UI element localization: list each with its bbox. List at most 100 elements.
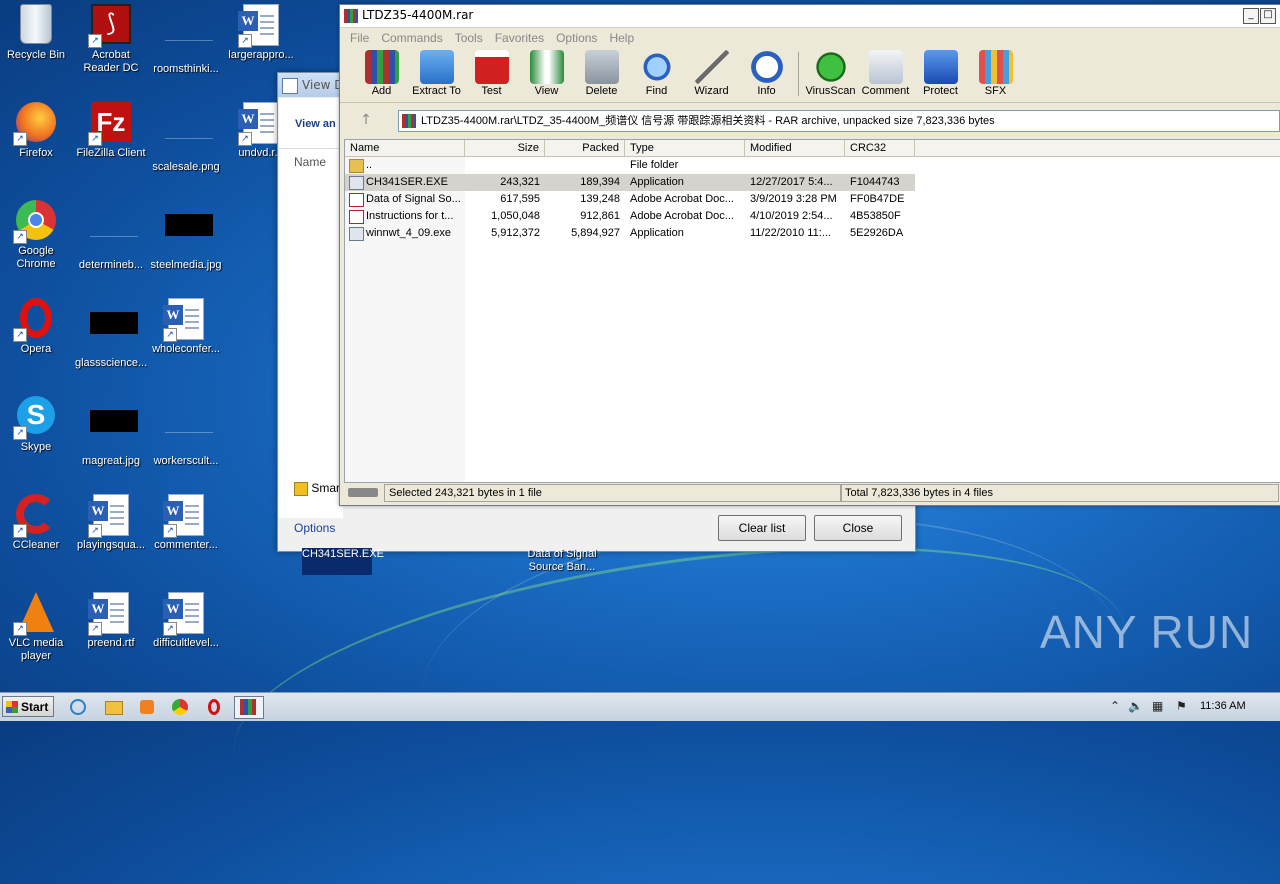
file-row[interactable]: .. File folder — [345, 157, 1280, 174]
desktop-icon-label: Google Chrome — [16, 245, 56, 270]
desktop-icon[interactable]: ↗ VLC media player — [0, 592, 72, 663]
menu-file[interactable]: File — [344, 31, 375, 45]
column-header-packed[interactable]: Packed — [545, 140, 625, 156]
desktop-icon[interactable]: ⟆ ↗ Acrobat Reader DC — [75, 4, 147, 75]
winrar-taskbar-icon[interactable] — [234, 696, 264, 719]
clear-list-button[interactable]: Clear list — [718, 515, 806, 541]
toolbar-sfx-button[interactable]: SFX — [968, 48, 1023, 97]
desktop-icon[interactable]: steelmedia.jpg — [150, 200, 222, 272]
clock[interactable]: 11:36 AM — [1200, 700, 1246, 712]
image-file-icon — [165, 116, 213, 158]
column-header-crc32[interactable]: CRC32 — [845, 140, 915, 156]
action-center-flag-icon[interactable]: ⚑ — [1176, 699, 1187, 713]
menu-options[interactable]: Options — [550, 31, 603, 45]
desktop-icon[interactable]: W ↗ difficultlevel... — [150, 592, 222, 650]
desktop-icon[interactable]: ↗ CCleaner — [0, 494, 72, 552]
desktop-file-label: Data of Signal Source Ban... — [527, 548, 597, 573]
cell-crc: F1044743 — [845, 174, 915, 191]
test-clipboard-icon — [474, 50, 509, 84]
desktop-icon[interactable]: Fz ↗ FileZilla Client — [75, 102, 147, 160]
column-header-name[interactable]: Name — [345, 140, 465, 156]
desktop-icon-label: scalesale.png — [152, 161, 220, 173]
desktop-icon[interactable]: workerscult... — [150, 396, 222, 468]
desktop-icon[interactable]: ↗ Google Chrome — [0, 200, 72, 271]
toolbar-view-button[interactable]: View — [519, 48, 574, 97]
desktop-icon[interactable]: scalesale.png — [150, 102, 222, 174]
taskbar: Start ⌃ 🔈 ▦ ⚑ 11:36 AM — [0, 692, 1280, 721]
start-button[interactable]: Start — [2, 696, 54, 717]
column-headers: Name Size Packed Type Modified CRC32 — [345, 140, 1280, 157]
close-button[interactable]: Close — [814, 515, 902, 541]
options-link[interactable]: Options — [294, 521, 335, 535]
path-field[interactable]: LTDZ35-4400M.rar\LTDZ_35-4400M_频谱仪 信号源 带… — [398, 110, 1280, 132]
up-arrow-icon[interactable]: ↑ — [346, 110, 386, 130]
toolbar-delete-button[interactable]: Delete — [574, 48, 629, 97]
pdf-icon — [349, 210, 364, 224]
archive-icon — [402, 114, 416, 128]
desktop-icon[interactable]: magreat.jpg — [75, 396, 147, 468]
desktop-icon[interactable]: W ↗ wholeconfer... — [150, 298, 222, 356]
desktop-icon[interactable]: glassscience... — [75, 298, 147, 370]
shortcut-arrow-icon: ↗ — [13, 328, 27, 342]
network-icon[interactable]: ▦ — [1152, 699, 1163, 713]
statusbar: Selected 243,321 bytes in 1 file Total 7… — [342, 483, 1279, 503]
menu-favorites[interactable]: Favorites — [489, 31, 550, 45]
desktop-icon[interactable]: roomsthinki... — [150, 4, 222, 76]
desktop-icon-label: difficultlevel... — [153, 637, 219, 649]
desktop-icon[interactable]: determineb... — [75, 200, 147, 272]
minimize-button[interactable]: _ — [1243, 8, 1259, 24]
toolbar-find-button[interactable]: Find — [629, 48, 684, 97]
chrome-icon: ↗ — [13, 200, 57, 244]
opera-taskbar-icon[interactable] — [200, 696, 230, 719]
cell-name: Data of Signal So... — [345, 191, 465, 208]
menu-commands[interactable]: Commands — [375, 31, 448, 45]
dialog-content: View an Name — [279, 98, 343, 518]
drive-icon[interactable] — [348, 488, 378, 497]
column-header-type[interactable]: Type — [625, 140, 745, 156]
tray-expand-icon[interactable]: ⌃ — [1110, 699, 1120, 713]
toolbar-comment-button[interactable]: Comment — [858, 48, 913, 97]
desktop-icon[interactable]: W ↗ largerappro... — [225, 4, 297, 62]
toolbar-virusscan-button[interactable]: VirusScan — [803, 48, 858, 97]
file-row[interactable]: Instructions for t... 1,050,048 912,861 Ado… — [345, 208, 1280, 225]
media-player-taskbar-icon[interactable] — [133, 696, 163, 719]
cell-packed — [545, 157, 625, 174]
window-title: LTDZ35-4400M.rar — [362, 8, 474, 22]
toolbar-wizard-button[interactable]: Wizard — [684, 48, 739, 97]
file-list[interactable]: Name Size Packed Type Modified CRC32 .. File f… — [344, 139, 1280, 483]
toolbar-test-button[interactable]: Test — [464, 48, 519, 97]
column-header-modified[interactable]: Modified — [745, 140, 845, 156]
toolbar-protect-button[interactable]: Protect — [913, 48, 968, 97]
desktop-file-pdf[interactable]: Data of Signal Source Ban... — [522, 548, 602, 574]
menu-tools[interactable]: Tools — [449, 31, 489, 45]
desktop-icon[interactable]: S ↗ Skype — [0, 396, 72, 454]
toolbar-info-button[interactable]: Info — [739, 48, 794, 97]
desktop-icon[interactable]: W ↗ preend.rtf — [75, 592, 147, 650]
file-row[interactable]: winnwt_4_09.exe 5,912,372 5,894,927 Applica… — [345, 225, 1280, 242]
desktop-icon[interactable]: Recycle Bin — [0, 4, 72, 62]
selected-desktop-file[interactable]: CH341SER.EXE — [302, 548, 384, 575]
desktop-icon[interactable]: ↗ Firefox — [0, 102, 72, 160]
menu-help[interactable]: Help — [603, 31, 640, 45]
file-row[interactable]: CH341SER.EXE 243,321 189,394 Application 12/… — [345, 174, 1280, 191]
image-file-icon — [165, 18, 213, 60]
desktop-icon[interactable]: ↗ Opera — [0, 298, 72, 356]
maximize-button[interactable]: □ — [1260, 8, 1276, 24]
ie-taskbar-icon[interactable] — [64, 696, 94, 719]
volume-icon[interactable]: 🔈 — [1128, 699, 1143, 713]
desktop-icon[interactable]: W ↗ playingsqua... — [75, 494, 147, 552]
column-header-size[interactable]: Size — [465, 140, 545, 156]
image-file-icon — [90, 312, 138, 354]
cell-type: Adobe Acrobat Doc... — [630, 193, 734, 205]
toolbar-extract-to-button[interactable]: Extract To — [409, 48, 464, 97]
chrome-taskbar-icon[interactable] — [166, 696, 196, 719]
file-row[interactable]: Data of Signal So... 617,595 139,248 Adobe … — [345, 191, 1280, 208]
explorer-taskbar-icon[interactable] — [99, 696, 129, 719]
winrar-titlebar[interactable]: LTDZ35-4400M.rar _ □ — [340, 5, 1280, 28]
dialog-title: View D — [302, 78, 344, 92]
toolbar-add-button[interactable]: Add — [354, 48, 409, 97]
toolbar: Add Extract To Test View Delete Find Wizard Inf… — [340, 48, 1280, 103]
desktop-icon[interactable]: W ↗ commenter... — [150, 494, 222, 552]
shortcut-arrow-icon: ↗ — [88, 622, 102, 636]
winrar-window: LTDZ35-4400M.rar _ □ File Commands Tools Fa… — [339, 4, 1280, 506]
